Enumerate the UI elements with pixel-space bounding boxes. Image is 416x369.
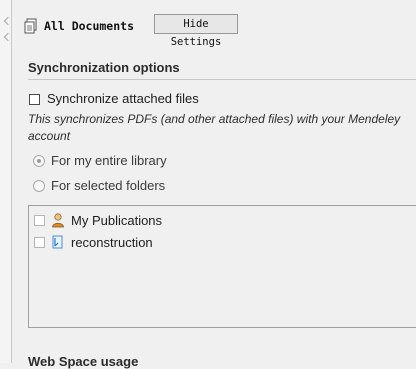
- all-documents-title: All Documents: [44, 19, 135, 33]
- list-item[interactable]: My Publications: [29, 210, 416, 230]
- documents-icon: [24, 18, 37, 34]
- person-icon: [52, 213, 64, 228]
- folder-checkbox[interactable]: [34, 215, 45, 226]
- folder-checkbox[interactable]: [34, 237, 45, 248]
- radio-selected-folders[interactable]: [33, 180, 45, 192]
- sync-description: This synchronizes PDFs (and other attach…: [28, 112, 401, 143]
- radio-entire-library-label[interactable]: For my entire library: [51, 153, 167, 168]
- sync-attached-files-checkbox[interactable]: [29, 94, 40, 105]
- left-panel-strip: [0, 0, 13, 363]
- list-item[interactable]: reconstruction: [29, 232, 416, 252]
- hide-settings-button[interactable]: Hide Settings: [154, 14, 238, 48]
- section-divider: [28, 79, 416, 80]
- radio-entire-library[interactable]: [33, 155, 45, 167]
- sync-attached-files-label[interactable]: Synchronize attached files: [47, 91, 199, 106]
- radio-selected-folders-label[interactable]: For selected folders: [51, 178, 165, 193]
- sync-options-heading: Synchronization options: [28, 60, 180, 75]
- web-space-heading: Web Space usage: [28, 354, 139, 369]
- folder-icon: [52, 235, 63, 249]
- folder-label: My Publications: [71, 213, 163, 228]
- folder-list: My Publications reconstruction: [28, 205, 416, 328]
- collapse-arrow-icon[interactable]: [3, 16, 13, 26]
- folder-label: reconstruction: [71, 235, 153, 250]
- collapse-arrow-icon[interactable]: [3, 32, 13, 42]
